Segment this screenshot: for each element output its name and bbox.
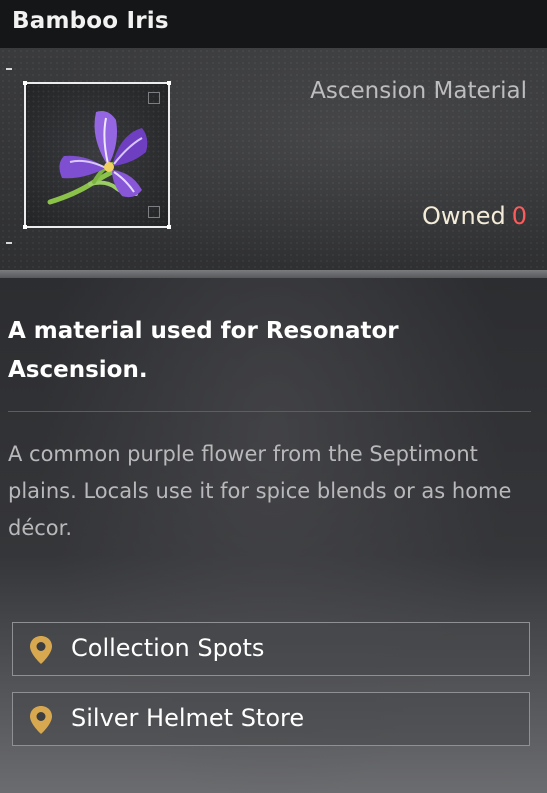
- owned-label: Owned: [421, 202, 506, 230]
- map-pin-icon: [30, 706, 52, 734]
- frame-corner-dot: [23, 81, 27, 85]
- header-divider: [0, 270, 547, 278]
- corner-tick: [6, 242, 12, 244]
- frame-corner-dot: [167, 81, 171, 85]
- item-icon-frame: [23, 81, 171, 229]
- source-button-collection-spots[interactable]: Collection Spots: [12, 622, 530, 676]
- map-pin-icon: [30, 636, 52, 664]
- frame-corner-dot: [167, 225, 171, 229]
- item-detail-panel: Bamboo Iris PIOVAUP Ascension Material O…: [0, 0, 547, 793]
- source-label: Collection Spots: [71, 634, 265, 662]
- description-divider: [8, 411, 531, 412]
- frame-corner-dot: [23, 225, 27, 229]
- bamboo-iris-flower-icon: [47, 111, 148, 205]
- owned-status: Owned 0: [422, 202, 527, 230]
- source-label: Silver Helmet Store: [71, 704, 305, 732]
- corner-tick: [6, 68, 12, 70]
- title-bar: Bamboo Iris: [0, 0, 547, 48]
- item-summary: A material used for Resonator Ascension.: [8, 318, 399, 383]
- owned-count: 0: [511, 202, 527, 230]
- item-type-label: Ascension Material: [310, 78, 527, 104]
- item-title: Bamboo Iris: [12, 8, 169, 34]
- item-description: A common purple flower from the Septimon…: [8, 442, 512, 540]
- source-button-silver-helmet-store[interactable]: Silver Helmet Store: [12, 692, 530, 746]
